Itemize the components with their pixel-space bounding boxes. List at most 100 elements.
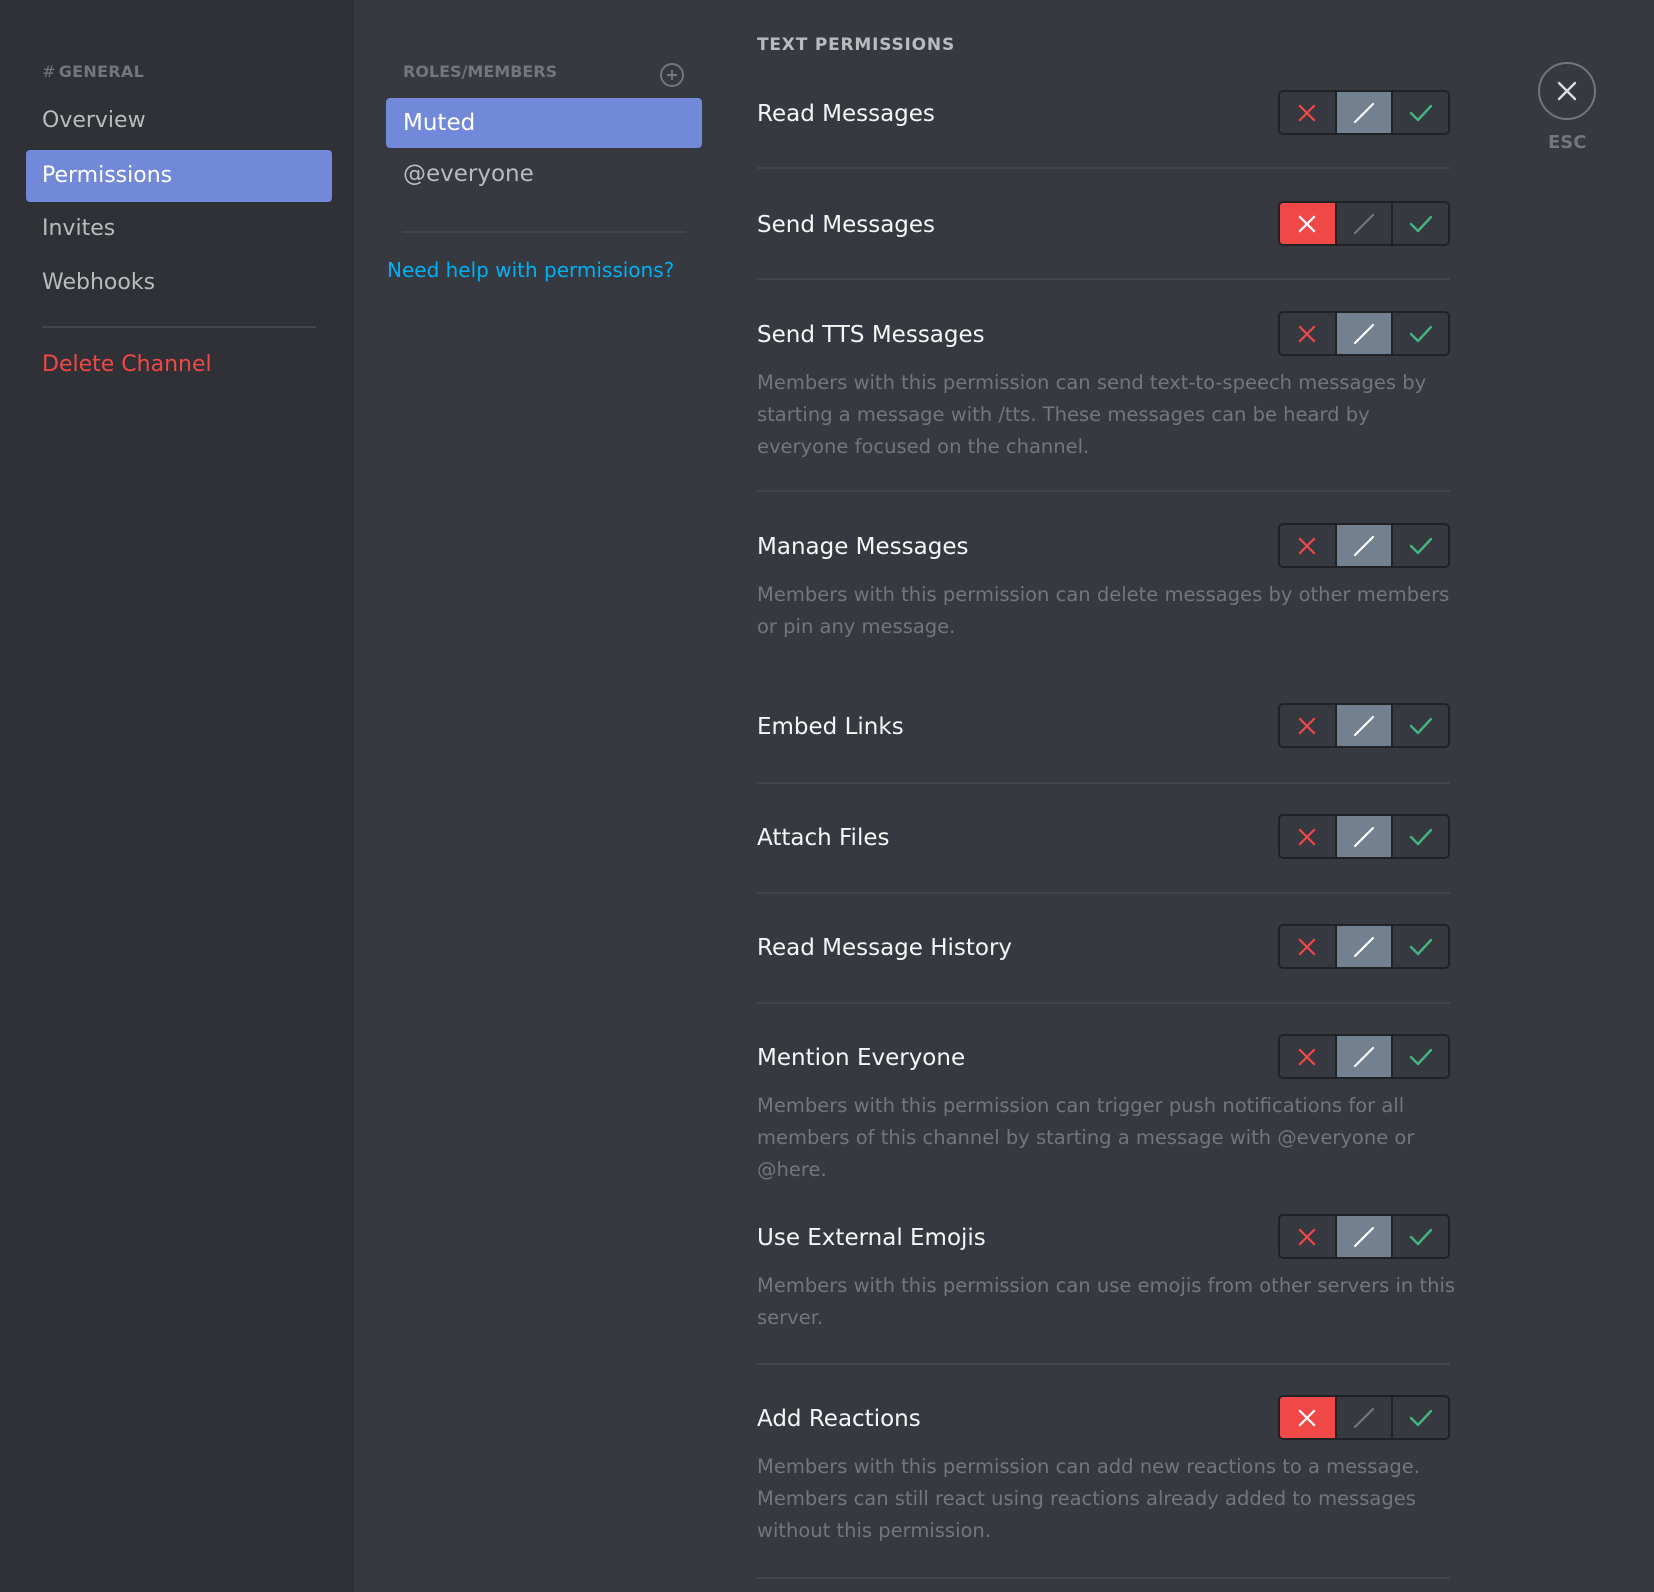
permission-toggle <box>1278 1395 1450 1440</box>
x-icon <box>1298 1227 1316 1246</box>
permission-description: Members with this permission can use emo… <box>757 1274 1456 1329</box>
check-icon <box>1409 537 1432 554</box>
check-icon <box>1409 215 1432 232</box>
toggle-neutral-button[interactable] <box>1337 1397 1394 1438</box>
check-icon <box>1409 828 1432 845</box>
slash-icon <box>1353 102 1375 123</box>
permission-title: Use External Emojis <box>757 1225 986 1251</box>
toggle-allow-button[interactable] <box>1393 926 1448 967</box>
slash-icon <box>1353 1226 1375 1247</box>
toggle-deny-button[interactable] <box>1280 1036 1337 1077</box>
toggle-deny-button[interactable] <box>1280 92 1337 133</box>
role-item-everyone[interactable]: @everyone <box>386 149 702 199</box>
check-icon <box>1409 938 1432 955</box>
toggle-deny-button[interactable] <box>1280 705 1337 746</box>
x-icon <box>1298 324 1316 343</box>
settings-sidebar: # GENERAL Overview Permissions Invites We… <box>0 0 354 1592</box>
slash-icon <box>1353 213 1375 234</box>
toggle-allow-button[interactable] <box>1393 525 1448 566</box>
permission-divider <box>757 892 1450 894</box>
roles-divider <box>402 231 686 233</box>
permission-title: Manage Messages <box>757 534 969 560</box>
permission-description: Members with this permission can delete … <box>757 583 1450 638</box>
permission-toggle <box>1278 703 1450 748</box>
permission-description: Members with this permission can trigger… <box>757 1094 1415 1181</box>
help-permissions-link[interactable]: Need help with permissions? <box>387 258 674 282</box>
sidebar-item-webhooks[interactable]: Webhooks <box>26 257 332 309</box>
roles-members-header: ROLES/MEMBERS <box>403 62 558 81</box>
sidebar-item-overview[interactable]: Overview <box>26 95 332 147</box>
sidebar-item-invites[interactable]: Invites <box>26 203 332 255</box>
permission-title: Add Reactions <box>757 1406 921 1432</box>
delete-channel-button[interactable]: Delete Channel <box>26 339 332 391</box>
x-icon <box>1298 716 1316 735</box>
toggle-allow-button[interactable] <box>1393 1397 1448 1438</box>
check-icon <box>1409 717 1432 734</box>
permission-divider <box>757 782 1450 784</box>
toggle-neutral-button[interactable] <box>1337 203 1394 244</box>
slash-icon <box>1353 936 1375 957</box>
permission-divider <box>757 278 1450 280</box>
section-title: TEXT PERMISSIONS <box>757 35 956 55</box>
x-icon <box>1298 536 1316 555</box>
check-icon <box>1409 104 1432 121</box>
toggle-allow-button[interactable] <box>1393 1036 1448 1077</box>
toggle-allow-button[interactable] <box>1393 92 1448 133</box>
toggle-deny-button[interactable] <box>1280 1397 1337 1438</box>
toggle-allow-button[interactable] <box>1393 816 1448 857</box>
permission-title: Mention Everyone <box>757 1045 966 1071</box>
close-button[interactable] <box>1538 62 1596 120</box>
permission-divider <box>757 1363 1450 1365</box>
permission-toggle <box>1278 1034 1450 1079</box>
toggle-allow-button[interactable] <box>1393 203 1448 244</box>
permission-divider <box>757 167 1450 169</box>
permission-divider <box>757 490 1450 492</box>
toggle-neutral-button[interactable] <box>1336 1216 1394 1257</box>
toggle-neutral-button[interactable] <box>1336 313 1394 354</box>
permission-toggle <box>1278 814 1450 859</box>
permission-description: Members with this permission can add new… <box>757 1455 1420 1542</box>
permission-divider <box>757 1577 1450 1579</box>
permission-title: Read Message History <box>757 935 1013 961</box>
permission-title: Embed Links <box>757 714 904 740</box>
toggle-deny-button[interactable] <box>1280 313 1337 354</box>
toggle-deny-button[interactable] <box>1280 926 1337 967</box>
check-icon <box>1409 1409 1432 1426</box>
slash-icon <box>1353 323 1375 344</box>
permission-toggle <box>1278 1214 1450 1259</box>
check-icon <box>1409 325 1432 342</box>
permission-toggle <box>1278 311 1450 356</box>
toggle-neutral-button[interactable] <box>1336 1036 1394 1077</box>
toggle-neutral-button[interactable] <box>1336 816 1394 857</box>
toggle-allow-button[interactable] <box>1393 705 1448 746</box>
sidebar-item-permissions[interactable]: Permissions <box>26 150 332 202</box>
check-icon <box>1409 1048 1432 1065</box>
toggle-neutral-button[interactable] <box>1336 926 1394 967</box>
toggle-deny-button[interactable] <box>1280 525 1337 566</box>
role-item-muted[interactable]: Muted <box>386 98 702 148</box>
toggle-deny-button[interactable] <box>1280 1216 1337 1257</box>
toggle-allow-button[interactable] <box>1393 1216 1448 1257</box>
x-icon <box>1298 214 1316 233</box>
toggle-neutral-button[interactable] <box>1336 705 1394 746</box>
x-icon <box>1298 103 1316 122</box>
x-icon <box>1298 1047 1316 1066</box>
toggle-deny-button[interactable] <box>1280 203 1337 244</box>
toggle-deny-button[interactable] <box>1280 816 1337 857</box>
x-icon <box>1298 937 1316 956</box>
permission-title: Send Messages <box>757 212 936 238</box>
sidebar-divider <box>42 326 316 328</box>
x-icon <box>1298 827 1316 846</box>
slash-icon <box>1353 715 1375 736</box>
permission-divider <box>757 1002 1450 1004</box>
slash-icon <box>1353 1407 1375 1428</box>
permission-title: Send TTS Messages <box>757 322 985 348</box>
toggle-neutral-button[interactable] <box>1336 92 1394 133</box>
toggle-allow-button[interactable] <box>1393 313 1448 354</box>
permission-title: Attach Files <box>757 825 890 851</box>
esc-label: ESC <box>1548 132 1587 153</box>
toggle-neutral-button[interactable] <box>1336 525 1394 566</box>
close-icon <box>1557 81 1577 101</box>
plus-circle-icon[interactable] <box>660 63 684 87</box>
permission-toggle <box>1278 90 1450 135</box>
